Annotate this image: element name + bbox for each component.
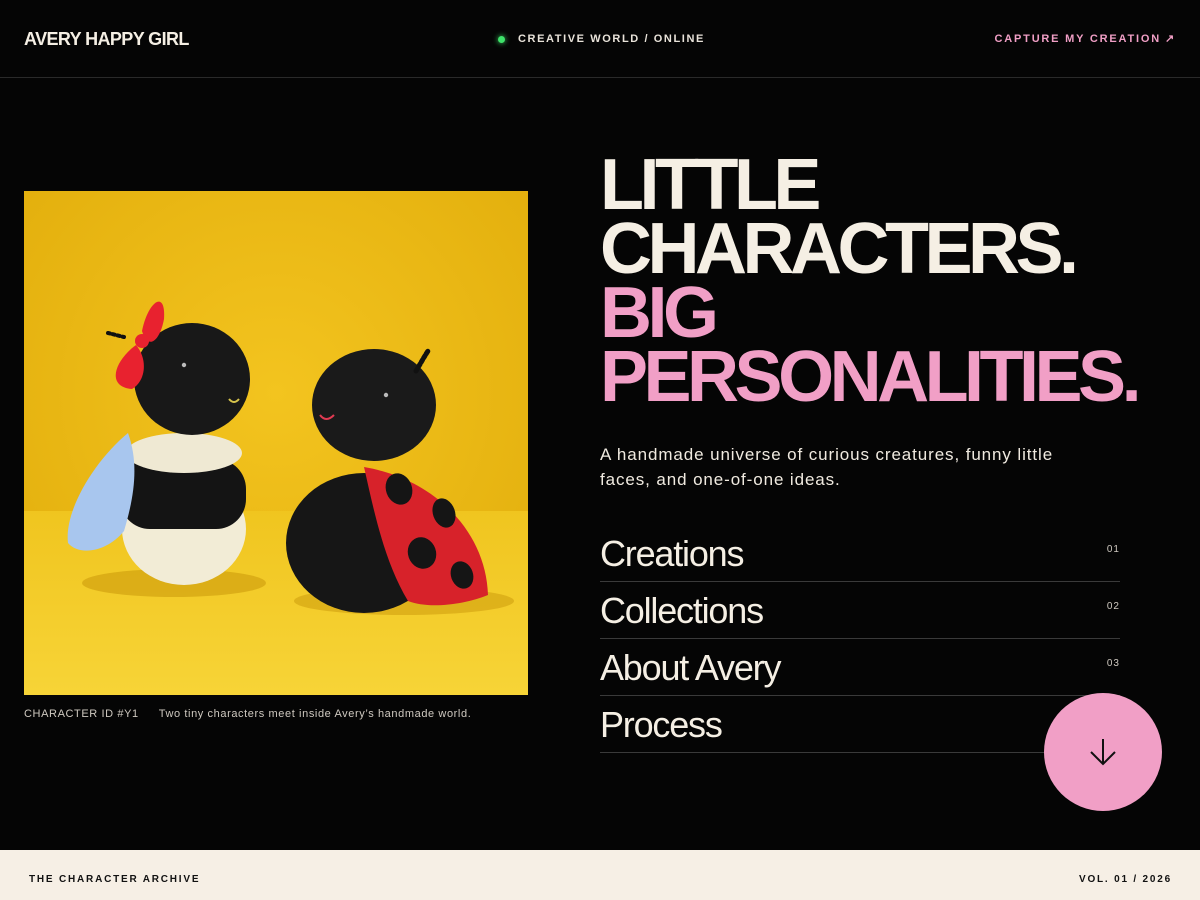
footer-volume-label: VOL. 01 / 2026 (1078, 874, 1172, 885)
nav-label: About Avery (600, 647, 781, 688)
hero-photo (24, 191, 528, 695)
headline-line-2: CHARACTERS. (600, 209, 1079, 289)
hero-tagline: A handmade universe of curious creatures… (600, 445, 1054, 489)
headline-line-1: LITTLE (600, 145, 821, 225)
headline-line-3: BIG (600, 273, 719, 353)
site-footer: THE CHARACTER ARCHIVE VOL. 01 / 2026 (0, 850, 1200, 900)
main-nav: Creations 01 Collections 02 About Avery … (600, 525, 1120, 753)
hero-headline: LITTLE CHARACTERS. BIG PERSONALITIES. (600, 145, 1142, 417)
arrow-down-icon (1090, 739, 1116, 766)
nav-number: 03 (1106, 658, 1120, 669)
arrow-up-right-icon: ↗ (1164, 33, 1176, 45)
brand-logo[interactable]: AVERY HAPPY GIRL (24, 29, 189, 50)
nav-label: Process (600, 704, 723, 745)
status-indicator: CREATIVE WORLD / ONLINE (498, 32, 705, 46)
capture-creation-link[interactable]: CAPTURE MY CREATION ↗ (995, 32, 1176, 45)
nav-item-collections[interactable]: Collections 02 (600, 582, 1120, 639)
nav-number: 01 (1106, 544, 1120, 555)
scroll-down-button[interactable] (1044, 693, 1162, 811)
caption-text: Two tiny characters meet inside Avery’s … (158, 708, 472, 720)
nav-number: 02 (1106, 601, 1120, 612)
footer-archive-label: THE CHARACTER ARCHIVE (29, 874, 201, 885)
status-text: CREATIVE WORLD / ONLINE (518, 33, 705, 45)
plush-characters-illustration (24, 191, 528, 695)
caption-id: CHARACTER ID #Y1 (24, 708, 139, 720)
nav-item-process[interactable]: Process 04 (600, 696, 1120, 753)
capture-label: CAPTURE MY CREATION (994, 33, 1161, 45)
nav-item-about-avery[interactable]: About Avery 03 (600, 639, 1120, 696)
photo-caption: CHARACTER ID #Y1 Two tiny characters mee… (24, 708, 471, 720)
nav-label: Collections (600, 590, 764, 631)
site-header: AVERY HAPPY GIRL CREATIVE WORLD / ONLINE… (0, 0, 1200, 78)
nav-label: Creations (600, 533, 744, 574)
headline-line-4: PERSONALITIES. (600, 337, 1142, 417)
nav-item-creations[interactable]: Creations 01 (600, 525, 1120, 582)
online-dot-icon (498, 35, 505, 43)
